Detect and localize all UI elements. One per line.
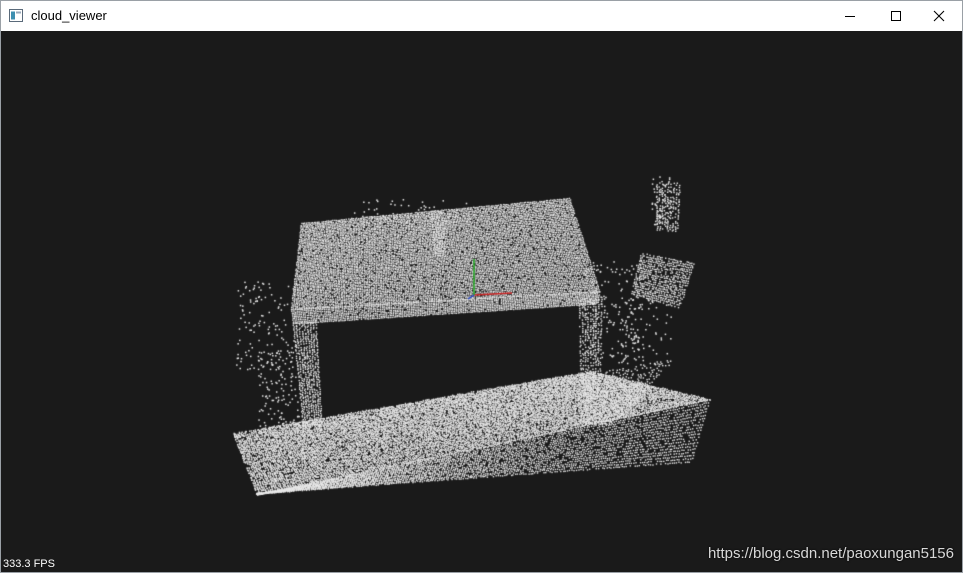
app-window-icon (9, 9, 23, 22)
fps-counter: 333.3 FPS (3, 558, 55, 570)
cloud-viewer-window: cloud_viewer 333.3 FPS https://blog.csdn… (0, 0, 963, 573)
minimize-button[interactable] (827, 1, 873, 31)
close-icon (933, 10, 945, 22)
maximize-icon (891, 11, 901, 21)
point-cloud-render[interactable] (1, 31, 962, 572)
watermark-text: https://blog.csdn.net/paoxungan5156 (707, 545, 954, 562)
close-button[interactable] (916, 1, 962, 31)
point-cloud-viewport[interactable]: 333.3 FPS https://blog.csdn.net/paoxunga… (1, 31, 962, 572)
title-bar[interactable]: cloud_viewer (1, 1, 962, 31)
minimize-icon (845, 16, 855, 17)
maximize-button[interactable] (873, 1, 919, 31)
window-title: cloud_viewer (31, 8, 107, 23)
